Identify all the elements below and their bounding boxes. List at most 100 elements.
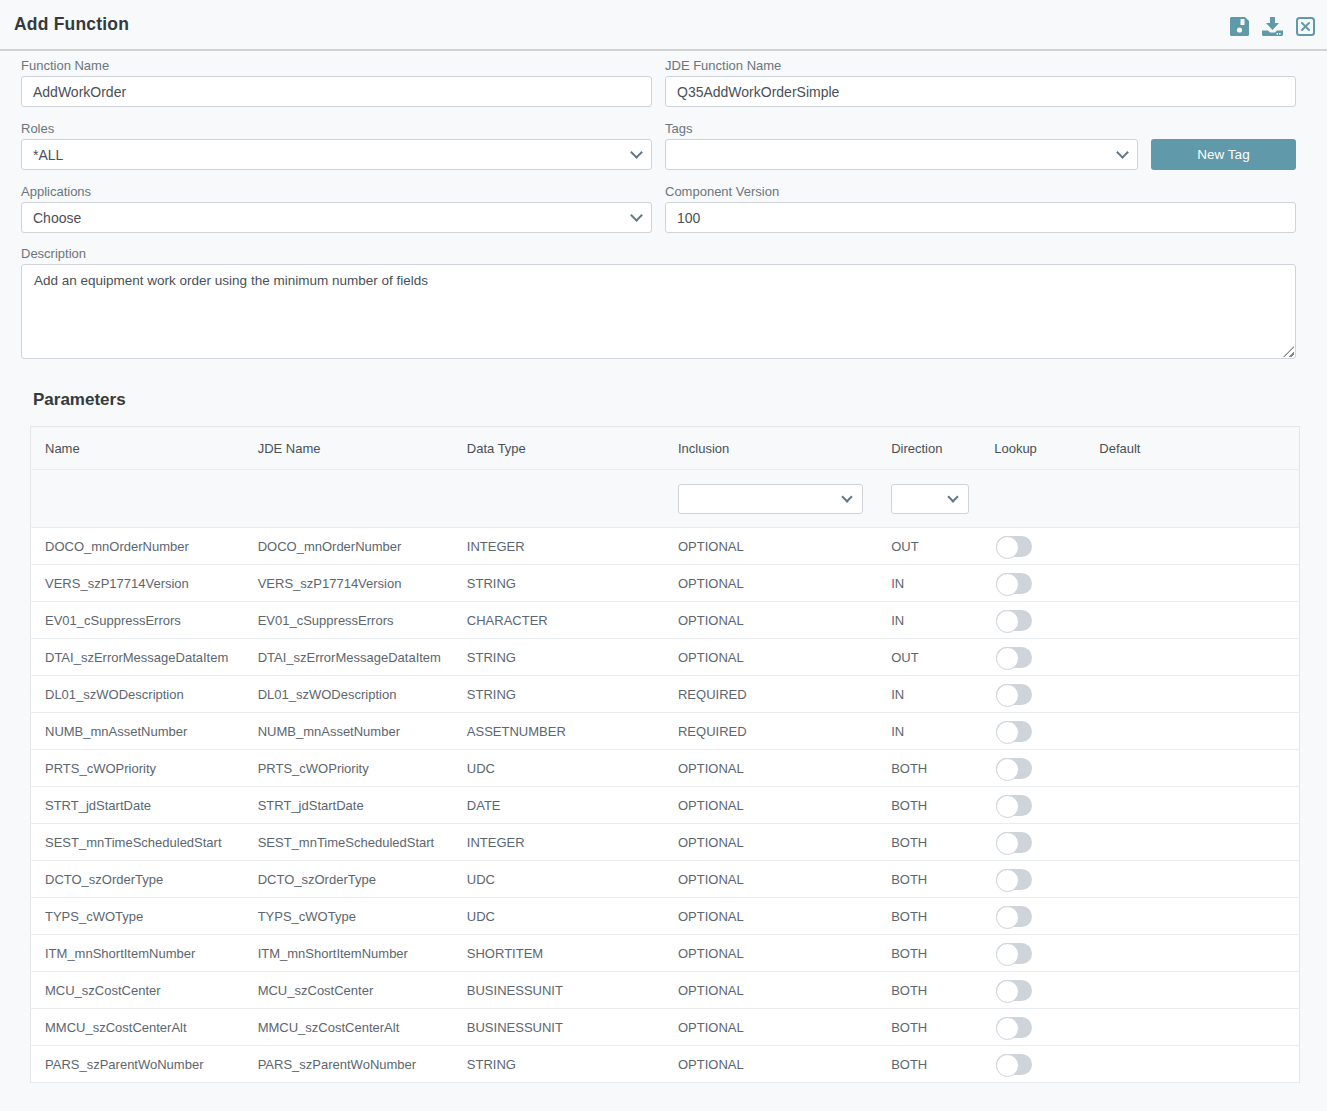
param-direction-cell: BOTH — [879, 824, 982, 861]
param-name-cell: NUMB_mnAssetNumber — [31, 713, 246, 750]
param-inclusion-cell: OPTIONAL — [666, 602, 879, 639]
param-lookup-cell — [982, 824, 1087, 861]
jde-function-name-group: JDE Function Name — [665, 59, 1296, 107]
roles-group: Roles *ALL — [21, 122, 652, 170]
param-lookup-cell — [982, 676, 1087, 713]
description-group: Description Add an equipment work order … — [21, 247, 1296, 359]
table-row: ITM_mnShortItemNumberITM_mnShortItemNumb… — [31, 935, 1300, 972]
table-row: SEST_mnTimeScheduledStartSEST_mnTimeSche… — [31, 824, 1300, 861]
param-name-cell: ITM_mnShortItemNumber — [31, 935, 246, 972]
chevron-down-icon — [1116, 146, 1129, 159]
lookup-toggle[interactable] — [996, 943, 1032, 964]
table-row: DOCO_mnOrderNumberDOCO_mnOrderNumberINTE… — [31, 528, 1300, 565]
param-name-cell: DCTO_szOrderType — [31, 861, 246, 898]
table-row: STRT_jdStartDateSTRT_jdStartDateDATEOPTI… — [31, 787, 1300, 824]
param-inclusion-cell: OPTIONAL — [666, 1009, 879, 1046]
param-direction-cell: BOTH — [879, 935, 982, 972]
lookup-toggle[interactable] — [996, 721, 1032, 742]
param-lookup-cell — [982, 898, 1087, 935]
param-lookup-cell — [982, 713, 1087, 750]
lookup-toggle[interactable] — [996, 758, 1032, 779]
page-title: Add Function — [14, 14, 129, 35]
param-data-type-cell: STRING — [455, 565, 666, 602]
param-inclusion-cell: OPTIONAL — [666, 639, 879, 676]
description-textarea[interactable]: Add an equipment work order using the mi… — [21, 264, 1296, 359]
lookup-toggle[interactable] — [996, 610, 1032, 631]
chevron-down-icon — [630, 146, 643, 159]
table-filter-row — [31, 470, 1300, 528]
param-inclusion-cell: OPTIONAL — [666, 565, 879, 602]
save-icon[interactable] — [1230, 17, 1249, 36]
param-name-cell: MCU_szCostCenter — [31, 972, 246, 1009]
param-name-cell: VERS_szP17714Version — [31, 565, 246, 602]
param-default-cell — [1087, 713, 1299, 750]
param-jde-name-cell: VERS_szP17714Version — [246, 565, 455, 602]
col-header-default: Default — [1087, 427, 1299, 470]
lookup-toggle[interactable] — [996, 684, 1032, 705]
param-lookup-cell — [982, 1046, 1087, 1083]
col-header-inclusion: Inclusion — [666, 427, 879, 470]
table-row: MCU_szCostCenterMCU_szCostCenterBUSINESS… — [31, 972, 1300, 1009]
applications-group: Applications Choose — [21, 185, 652, 233]
function-name-label: Function Name — [21, 59, 652, 72]
download-icon[interactable] — [1262, 17, 1283, 36]
lookup-toggle[interactable] — [996, 795, 1032, 816]
table-row: PRTS_cWOPriorityPRTS_cWOPriorityUDCOPTIO… — [31, 750, 1300, 787]
param-lookup-cell — [982, 639, 1087, 676]
close-icon[interactable] — [1296, 17, 1315, 36]
param-jde-name-cell: NUMB_mnAssetNumber — [246, 713, 455, 750]
param-inclusion-cell: OPTIONAL — [666, 1046, 879, 1083]
param-direction-cell: BOTH — [879, 861, 982, 898]
param-data-type-cell: STRING — [455, 639, 666, 676]
applications-value: Choose — [33, 210, 81, 226]
param-data-type-cell: ASSETNUMBER — [455, 713, 666, 750]
param-default-cell — [1087, 1009, 1299, 1046]
jde-function-name-input[interactable] — [665, 76, 1296, 107]
param-name-cell: STRT_jdStartDate — [31, 787, 246, 824]
lookup-toggle[interactable] — [996, 573, 1032, 594]
inclusion-filter-select[interactable] — [678, 484, 863, 514]
param-jde-name-cell: MMCU_szCostCenterAlt — [246, 1009, 455, 1046]
param-default-cell — [1087, 1046, 1299, 1083]
function-name-input[interactable] — [21, 76, 652, 107]
param-direction-cell: BOTH — [879, 1046, 982, 1083]
lookup-toggle[interactable] — [996, 1017, 1032, 1038]
param-jde-name-cell: TYPS_cWOType — [246, 898, 455, 935]
lookup-toggle[interactable] — [996, 906, 1032, 927]
table-row: VERS_szP17714VersionVERS_szP17714Version… — [31, 565, 1300, 602]
col-header-jde-name: JDE Name — [246, 427, 455, 470]
lookup-toggle[interactable] — [996, 832, 1032, 853]
param-direction-cell: BOTH — [879, 787, 982, 824]
param-default-cell — [1087, 602, 1299, 639]
applications-select[interactable]: Choose — [21, 202, 652, 233]
tags-select[interactable] — [665, 139, 1138, 170]
lookup-toggle[interactable] — [996, 980, 1032, 1001]
table-header-row: Name JDE Name Data Type Inclusion Direct… — [31, 427, 1300, 470]
roles-select[interactable]: *ALL — [21, 139, 652, 170]
lookup-toggle[interactable] — [996, 647, 1032, 668]
table-row: NUMB_mnAssetNumberNUMB_mnAssetNumberASSE… — [31, 713, 1300, 750]
param-direction-cell: IN — [879, 602, 982, 639]
lookup-toggle[interactable] — [996, 536, 1032, 557]
param-lookup-cell — [982, 935, 1087, 972]
param-inclusion-cell: OPTIONAL — [666, 972, 879, 1009]
lookup-toggle[interactable] — [996, 1054, 1032, 1075]
param-direction-cell: OUT — [879, 639, 982, 676]
direction-filter-select[interactable] — [891, 484, 969, 514]
new-tag-button[interactable]: New Tag — [1151, 139, 1296, 170]
param-lookup-cell — [982, 1009, 1087, 1046]
chevron-down-icon — [841, 491, 852, 502]
param-data-type-cell: SHORTITEM — [455, 935, 666, 972]
col-header-lookup: Lookup — [982, 427, 1087, 470]
param-direction-cell: BOTH — [879, 972, 982, 1009]
param-default-cell — [1087, 935, 1299, 972]
param-data-type-cell: STRING — [455, 1046, 666, 1083]
param-data-type-cell: BUSINESSUNIT — [455, 1009, 666, 1046]
param-default-cell — [1087, 861, 1299, 898]
param-default-cell — [1087, 676, 1299, 713]
lookup-toggle[interactable] — [996, 869, 1032, 890]
param-name-cell: DTAI_szErrorMessageDataItem — [31, 639, 246, 676]
param-name-cell: DL01_szWODescription — [31, 676, 246, 713]
component-version-input[interactable] — [665, 202, 1296, 233]
param-jde-name-cell: ITM_mnShortItemNumber — [246, 935, 455, 972]
